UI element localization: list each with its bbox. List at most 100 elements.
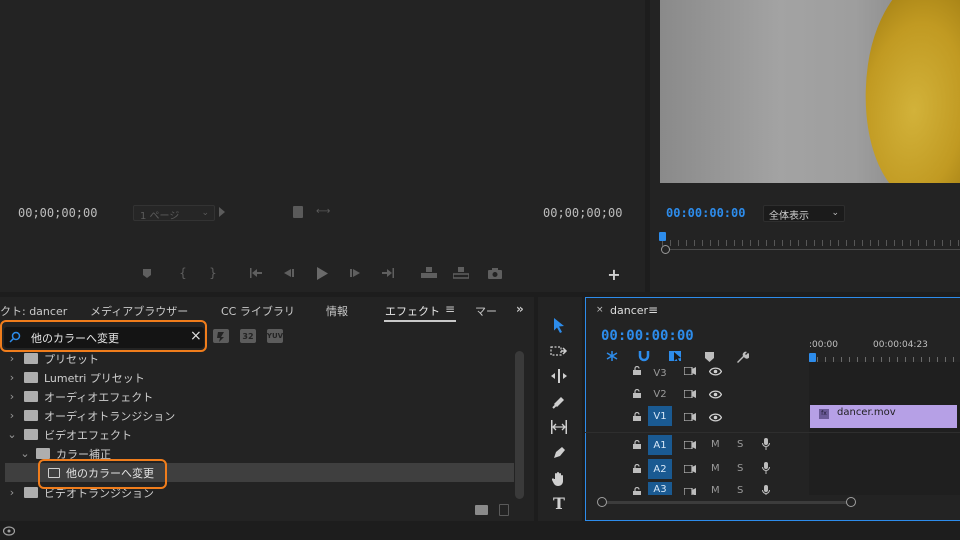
more-panels-icon[interactable]: » bbox=[516, 302, 524, 316]
microphone-icon[interactable] bbox=[759, 461, 773, 475]
hamburger-menu-icon[interactable]: ≡ bbox=[445, 302, 455, 316]
export-frame-icon[interactable] bbox=[487, 266, 503, 280]
accelerated-effects-filter-icon[interactable] bbox=[213, 329, 229, 343]
hand-tool-icon[interactable] bbox=[547, 468, 571, 488]
32bit-filter-icon[interactable]: 32 bbox=[240, 329, 256, 343]
program-video-frame bbox=[660, 0, 960, 183]
linked-selection-icon[interactable] bbox=[668, 349, 684, 363]
sync-lock-icon[interactable] bbox=[683, 412, 697, 422]
track-label-v3[interactable]: V3 bbox=[648, 363, 672, 383]
overwrite-icon[interactable] bbox=[452, 266, 470, 280]
zoom-handle-right[interactable] bbox=[846, 497, 856, 507]
solo-button[interactable]: S bbox=[737, 439, 743, 450]
eye-icon[interactable] bbox=[707, 388, 723, 400]
go-to-in-icon[interactable] bbox=[248, 266, 264, 280]
yuv-filter-icon[interactable]: YUV bbox=[267, 329, 283, 343]
sync-lock-icon[interactable] bbox=[683, 440, 697, 450]
sync-lock-icon[interactable] bbox=[683, 464, 697, 474]
tree-item-video-effects[interactable]: ⌄ ビデオエフェクト bbox=[0, 425, 514, 444]
tab-media-browser[interactable]: メディアブラウザー bbox=[90, 303, 188, 319]
eye-icon[interactable] bbox=[707, 365, 723, 377]
solo-button[interactable]: S bbox=[737, 463, 743, 474]
tab-effects[interactable]: エフェクト bbox=[385, 303, 440, 319]
chevron-right-icon: › bbox=[9, 371, 15, 384]
sequence-tab[interactable]: dancer bbox=[610, 304, 648, 317]
tab-cc-libraries[interactable]: CC ライブラリ bbox=[221, 303, 295, 319]
source-timecode-in[interactable]: 00;00;00;00 bbox=[18, 206, 97, 220]
lock-icon[interactable] bbox=[631, 411, 643, 421]
add-marker-icon[interactable] bbox=[702, 350, 716, 364]
timeline-zoom-scrollbar[interactable] bbox=[586, 495, 960, 509]
step-forward-icon[interactable] bbox=[348, 266, 362, 280]
lock-icon[interactable] bbox=[631, 439, 643, 449]
search-highlight-ring bbox=[0, 320, 207, 352]
tab-project[interactable]: クト: dancer bbox=[0, 303, 67, 319]
track-area-divider bbox=[809, 362, 960, 495]
step-back-icon[interactable] bbox=[282, 266, 296, 280]
type-tool-icon[interactable]: T bbox=[547, 493, 571, 513]
track-label-a3[interactable]: A3 bbox=[648, 482, 672, 496]
add-button-icon[interactable]: + bbox=[606, 265, 622, 284]
sync-lock-icon[interactable] bbox=[683, 389, 697, 399]
mute-button[interactable]: M bbox=[711, 463, 720, 474]
go-to-out-icon[interactable] bbox=[380, 266, 396, 280]
razor-tool-icon[interactable] bbox=[547, 392, 571, 412]
zoom-handle-left[interactable] bbox=[597, 497, 607, 507]
marker-icon[interactable] bbox=[140, 266, 154, 280]
chevron-right-icon: › bbox=[9, 486, 15, 499]
track-label-a2[interactable]: A2 bbox=[648, 459, 672, 479]
effects-scrollbar[interactable] bbox=[515, 351, 524, 499]
pen-tool-icon[interactable] bbox=[547, 443, 571, 463]
drag-audio-icon[interactable]: ⟷ bbox=[316, 206, 330, 217]
drag-video-icon[interactable] bbox=[293, 206, 303, 218]
delete-icon[interactable] bbox=[499, 504, 509, 516]
lock-icon[interactable] bbox=[631, 463, 643, 473]
new-bin-icon[interactable] bbox=[475, 505, 488, 515]
insert-icon[interactable] bbox=[420, 266, 438, 280]
track-label-v2[interactable]: V2 bbox=[648, 384, 672, 404]
video-clip-dancer[interactable]: fx dancer.mov bbox=[810, 405, 957, 428]
close-sequence-icon[interactable]: × bbox=[596, 305, 604, 315]
program-zoom-bar[interactable] bbox=[662, 249, 960, 250]
track-select-tool-icon[interactable] bbox=[547, 341, 571, 361]
program-mini-ruler[interactable] bbox=[662, 234, 960, 246]
chevron-right-icon: › bbox=[9, 409, 15, 422]
mute-button[interactable]: M bbox=[711, 439, 720, 450]
lock-icon[interactable] bbox=[631, 388, 643, 398]
microphone-icon[interactable] bbox=[759, 437, 773, 451]
tree-item-audio-transitions[interactable]: › オーディオトランジション bbox=[0, 406, 514, 425]
play-small-icon[interactable] bbox=[219, 207, 225, 217]
selection-tool-icon[interactable] bbox=[547, 314, 571, 336]
play-icon[interactable] bbox=[314, 265, 330, 281]
tab-markers[interactable]: マー bbox=[475, 303, 497, 319]
track-label-v1[interactable]: V1 bbox=[648, 406, 672, 426]
program-zoom-handle[interactable] bbox=[661, 245, 670, 254]
tools-panel: T bbox=[538, 297, 582, 521]
tree-item-presets[interactable]: › プリセット bbox=[0, 349, 514, 368]
tree-item-lumetri-presets[interactable]: › Lumetri プリセット bbox=[0, 368, 514, 387]
tab-info[interactable]: 情報 bbox=[326, 303, 348, 319]
tree-item-audio-effects[interactable]: › オーディオエフェクト bbox=[0, 387, 514, 406]
sync-lock-icon[interactable] bbox=[683, 366, 697, 376]
timeline-playhead[interactable] bbox=[809, 353, 816, 362]
timeline-timecode[interactable]: 00:00:00:00 bbox=[601, 328, 694, 344]
lock-icon[interactable] bbox=[631, 365, 643, 375]
32bit-filter-label: 32 bbox=[242, 331, 254, 341]
program-playhead[interactable] bbox=[659, 232, 666, 241]
page-select[interactable]: 1 ページ ⌄ bbox=[133, 205, 215, 222]
snap-icon[interactable] bbox=[636, 349, 652, 363]
fit-select-label: 全体表示 bbox=[769, 211, 809, 222]
fit-select[interactable]: 全体表示 ⌄ bbox=[763, 205, 845, 222]
mark-in-icon[interactable]: { bbox=[176, 266, 190, 280]
slip-tool-icon[interactable] bbox=[547, 417, 571, 437]
wrench-icon[interactable] bbox=[734, 349, 750, 365]
mark-out-icon[interactable]: } bbox=[206, 266, 220, 280]
ripple-edit-tool-icon[interactable] bbox=[547, 366, 571, 386]
chevron-right-icon: › bbox=[9, 390, 15, 403]
track-label-a1[interactable]: A1 bbox=[648, 435, 672, 455]
program-timecode[interactable]: 00:00:00:00 bbox=[666, 206, 745, 220]
cc-sync-icon[interactable] bbox=[2, 525, 16, 537]
nest-toggle-icon[interactable] bbox=[604, 349, 620, 363]
hamburger-menu-icon[interactable]: ≡ bbox=[648, 303, 658, 317]
eye-icon[interactable] bbox=[707, 411, 723, 423]
